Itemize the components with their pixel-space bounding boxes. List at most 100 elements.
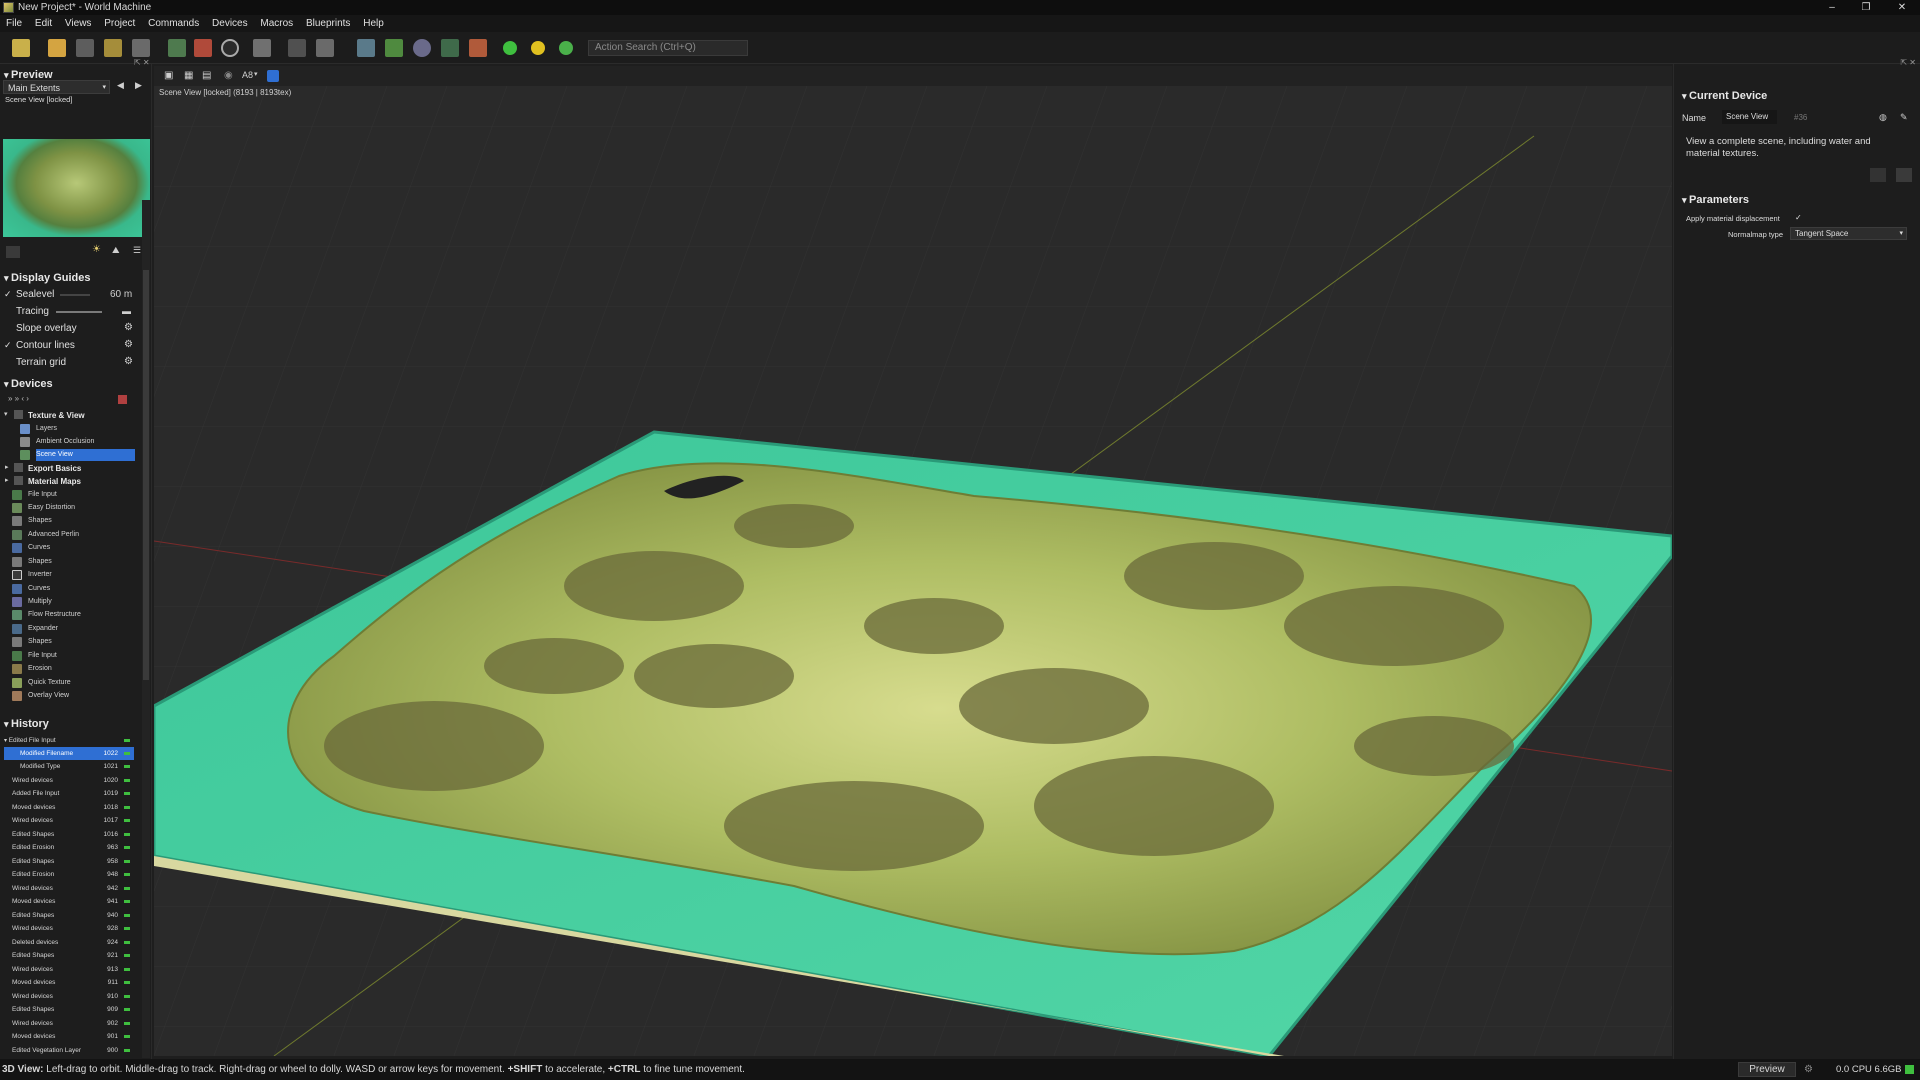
device-item[interactable]: Advanced Perlin	[12, 529, 133, 541]
settings-icon[interactable]	[253, 39, 271, 57]
history-row[interactable]: Moved devices 901	[4, 1030, 134, 1043]
history-row[interactable]: Edited Vegetation Layer 900	[4, 1044, 134, 1057]
device-item[interactable]: Shapes	[12, 636, 133, 648]
sync-icon[interactable]	[267, 70, 279, 82]
history-row[interactable]: Edited Shapes 940	[4, 909, 134, 922]
green-ball-icon[interactable]	[503, 41, 517, 55]
device-name-field[interactable]: Scene View	[1722, 110, 1777, 124]
panel-layout-icon[interactable]	[288, 39, 306, 57]
sliders-icon[interactable]	[1870, 168, 1886, 182]
scene-viewport[interactable]	[154, 66, 1672, 1056]
sealevel-checkbox[interactable]: ✓	[4, 289, 12, 300]
image-icon[interactable]: ▤	[202, 70, 211, 81]
export-icon[interactable]	[469, 39, 487, 57]
parameters-heading[interactable]: Parameters	[1682, 194, 1749, 206]
aa-dropdown[interactable]: A8	[242, 70, 253, 80]
history-row[interactable]: Wired devices 1017	[4, 814, 134, 827]
device-item[interactable]: Inverter	[12, 569, 133, 581]
panel-pin-icon[interactable]: ⇱ ✕	[1900, 58, 1916, 67]
current-device-heading[interactable]: Current Device	[1682, 90, 1767, 102]
terrain-icon[interactable]	[441, 39, 459, 57]
history-row[interactable]: Added File Input 1019	[4, 787, 134, 800]
sealevel-value[interactable]: 60 m	[110, 289, 132, 300]
tools-icon[interactable]	[132, 39, 150, 57]
menu-file[interactable]: File	[0, 15, 26, 32]
grid-layout-icon[interactable]	[316, 39, 334, 57]
gear-icon[interactable]: ⚙	[124, 356, 133, 367]
render-icon[interactable]	[6, 246, 20, 258]
device-item[interactable]: Curves	[12, 583, 133, 595]
sphere-view-icon[interactable]	[413, 39, 431, 57]
history-row[interactable]: Wired devices 902	[4, 1017, 134, 1030]
device-item[interactable]: Ambient Occlusion	[20, 436, 141, 448]
history-row[interactable]: Wired devices 942	[4, 882, 134, 895]
save-icon[interactable]	[104, 39, 122, 57]
device-item[interactable]: Easy Distortion	[12, 502, 133, 514]
history-row-selected[interactable]: Modified Filename 1022	[4, 747, 134, 760]
history-row[interactable]: Edited Erosion 948	[4, 868, 134, 881]
menu-macros[interactable]: Macros	[254, 15, 297, 32]
camera-icon[interactable]: ▣	[164, 70, 173, 81]
action-search-input[interactable]: Action Search (Ctrl+Q)	[588, 40, 748, 56]
expand-collapse-icons[interactable]: » » ‹ ›	[8, 394, 29, 403]
open-folder-icon[interactable]	[48, 39, 66, 57]
scrollbar-thumb[interactable]	[143, 270, 149, 680]
device-item[interactable]: Flow Restructure	[12, 609, 133, 621]
history-row[interactable]: Moved devices 1018	[4, 801, 134, 814]
prev-arrow-icon[interactable]: ◀	[117, 80, 124, 91]
build-icon[interactable]	[194, 39, 212, 57]
device-item[interactable]: Multiply	[12, 596, 133, 608]
light-icon[interactable]: ☀	[92, 244, 101, 255]
preview-thumbnail[interactable]	[3, 139, 150, 237]
devices-heading[interactable]: Devices	[4, 378, 53, 390]
device-item[interactable]: Quick Texture	[12, 677, 133, 689]
menu-project[interactable]: Project	[98, 15, 139, 32]
history-row[interactable]: Edited Shapes 909	[4, 1003, 134, 1016]
minimize-button[interactable]: –	[1814, 0, 1850, 15]
menu-blueprints[interactable]: Blueprints	[300, 15, 354, 32]
device-item[interactable]: Overlay View	[12, 690, 133, 702]
folder-icon[interactable]: ▬	[122, 306, 131, 316]
gear-icon[interactable]: ⚙	[1804, 1059, 1813, 1080]
table-icon[interactable]	[1896, 168, 1912, 182]
collapse-arrow-icon[interactable]: ▸	[5, 463, 9, 471]
terrain-mode-icon[interactable]: ⛰	[112, 245, 120, 256]
device-item[interactable]: File Input	[12, 489, 133, 501]
history-row[interactable]: Deleted devices 924	[4, 936, 134, 949]
gear-icon[interactable]: ⚙	[124, 339, 133, 350]
history-row[interactable]: Edited Shapes 921	[4, 949, 134, 962]
menu-views[interactable]: Views	[59, 15, 96, 32]
menu-edit[interactable]: Edit	[29, 15, 56, 32]
device-item[interactable]: Erosion	[12, 663, 133, 675]
terrain-render[interactable]	[154, 66, 1672, 1056]
expand-arrow-icon[interactable]: ▾	[4, 410, 8, 418]
edit-icon[interactable]: ✎	[1900, 112, 1908, 123]
help-icon[interactable]	[76, 39, 94, 57]
collapse-arrow-icon[interactable]: ▸	[5, 476, 9, 484]
lines-icon[interactable]: ☰	[133, 245, 141, 256]
history-row[interactable]: Wired devices 928	[4, 922, 134, 935]
history-row[interactable]: Wired devices 1020	[4, 774, 134, 787]
group-export-basics[interactable]: Export Basics	[28, 464, 81, 473]
new-project-icon[interactable]	[12, 39, 30, 57]
history-row[interactable]: Wired devices 913	[4, 963, 134, 976]
normalmap-dropdown[interactable]: Tangent Space ▾	[1790, 227, 1907, 240]
history-row[interactable]: Edited Erosion 963	[4, 841, 134, 854]
lock-icon[interactable]	[118, 395, 127, 404]
gear-icon[interactable]: ⚙	[124, 322, 133, 333]
globe-icon[interactable]	[559, 41, 573, 55]
extents-dropdown[interactable]: Main Extents ▾	[3, 80, 110, 94]
tracing-slider[interactable]	[56, 311, 102, 313]
render-settings-icon[interactable]: ▦	[184, 70, 193, 81]
sealevel-slider[interactable]	[60, 294, 90, 296]
map-icon[interactable]	[385, 39, 403, 57]
history-row[interactable]: Edited Shapes 958	[4, 855, 134, 868]
contour-lines-checkbox[interactable]: ✓	[4, 340, 12, 351]
globe-small-icon[interactable]: ◍	[1879, 112, 1887, 123]
history-row[interactable]: Wired devices 910	[4, 990, 134, 1003]
eye-icon[interactable]: ◉	[224, 70, 233, 81]
menu-commands[interactable]: Commands	[142, 15, 203, 32]
displacement-checkbox[interactable]: ✓	[1795, 213, 1802, 222]
history-row[interactable]: Moved devices 941	[4, 895, 134, 908]
restore-button[interactable]: ❐	[1848, 0, 1884, 15]
